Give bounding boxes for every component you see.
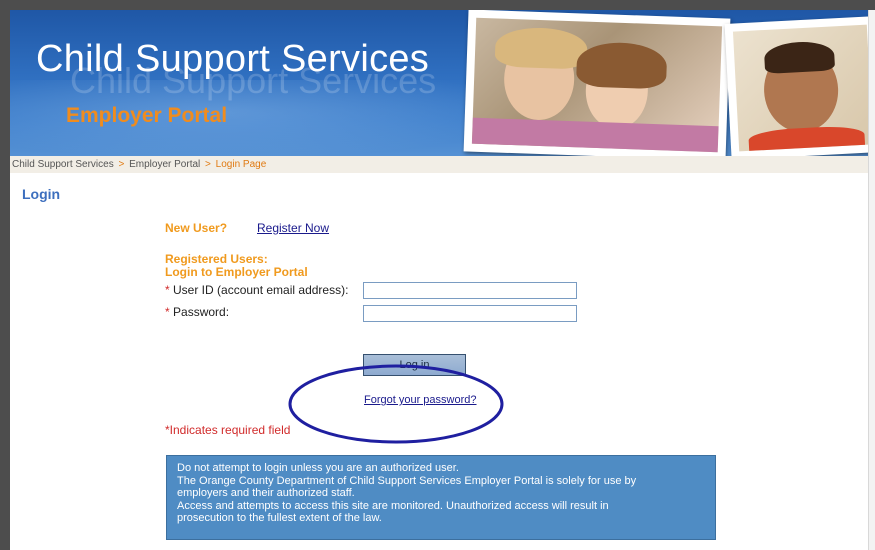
password-input[interactable]: [363, 305, 577, 322]
breadcrumb-current: Login Page: [215, 159, 267, 170]
breadcrumb-item-employer-portal[interactable]: Employer Portal: [129, 159, 200, 170]
header-banner: Child Support Services Child Support Ser…: [10, 10, 868, 156]
forgot-password-link[interactable]: Forgot your password?: [364, 394, 477, 406]
banner-photo-women: [463, 10, 731, 156]
scrollbar[interactable]: [868, 10, 875, 550]
portal-subtitle: Employer Portal: [66, 104, 228, 127]
page-title: Login: [22, 186, 61, 202]
login-portal-line: Login to Employer Portal: [165, 265, 308, 279]
breadcrumb: Child Support Services > Employer Portal…: [10, 156, 868, 173]
notice-line: Access and attempts to access this site …: [177, 499, 609, 512]
required-marker: *: [165, 305, 170, 319]
password-label: * Password:: [165, 305, 229, 319]
password-label-text: Password:: [173, 305, 230, 319]
window-frame-left: [0, 0, 10, 550]
notice-line: prosecution to the fullest extent of the…: [177, 512, 382, 524]
notice-line: employers and their authorized staff.: [177, 487, 355, 499]
site-title: Child Support Services: [36, 38, 430, 80]
login-button[interactable]: Log in: [363, 354, 466, 376]
user-id-label: * User ID (account email address):: [165, 283, 348, 297]
breadcrumb-item-child-support[interactable]: Child Support Services: [12, 159, 114, 170]
new-user-label: New User?: [165, 221, 228, 235]
user-id-input[interactable]: [363, 282, 577, 299]
breadcrumb-separator: >: [118, 159, 125, 170]
banner-photo-child: [724, 16, 868, 156]
user-id-label-text: User ID (account email address):: [173, 283, 349, 297]
notice-line: The Orange County Department of Child Su…: [177, 474, 637, 487]
notice-line: Do not attempt to login unless you are a…: [177, 462, 459, 474]
authorization-notice: Do not attempt to login unless you are a…: [166, 455, 716, 540]
registered-users-heading: Registered Users: Login to Employer Port…: [165, 253, 308, 279]
window-frame-top: [0, 0, 875, 10]
register-now-link[interactable]: Register Now: [257, 221, 329, 235]
required-field-note: *Indicates required field: [165, 423, 291, 437]
breadcrumb-separator: >: [205, 159, 211, 170]
required-marker: *: [165, 283, 170, 297]
